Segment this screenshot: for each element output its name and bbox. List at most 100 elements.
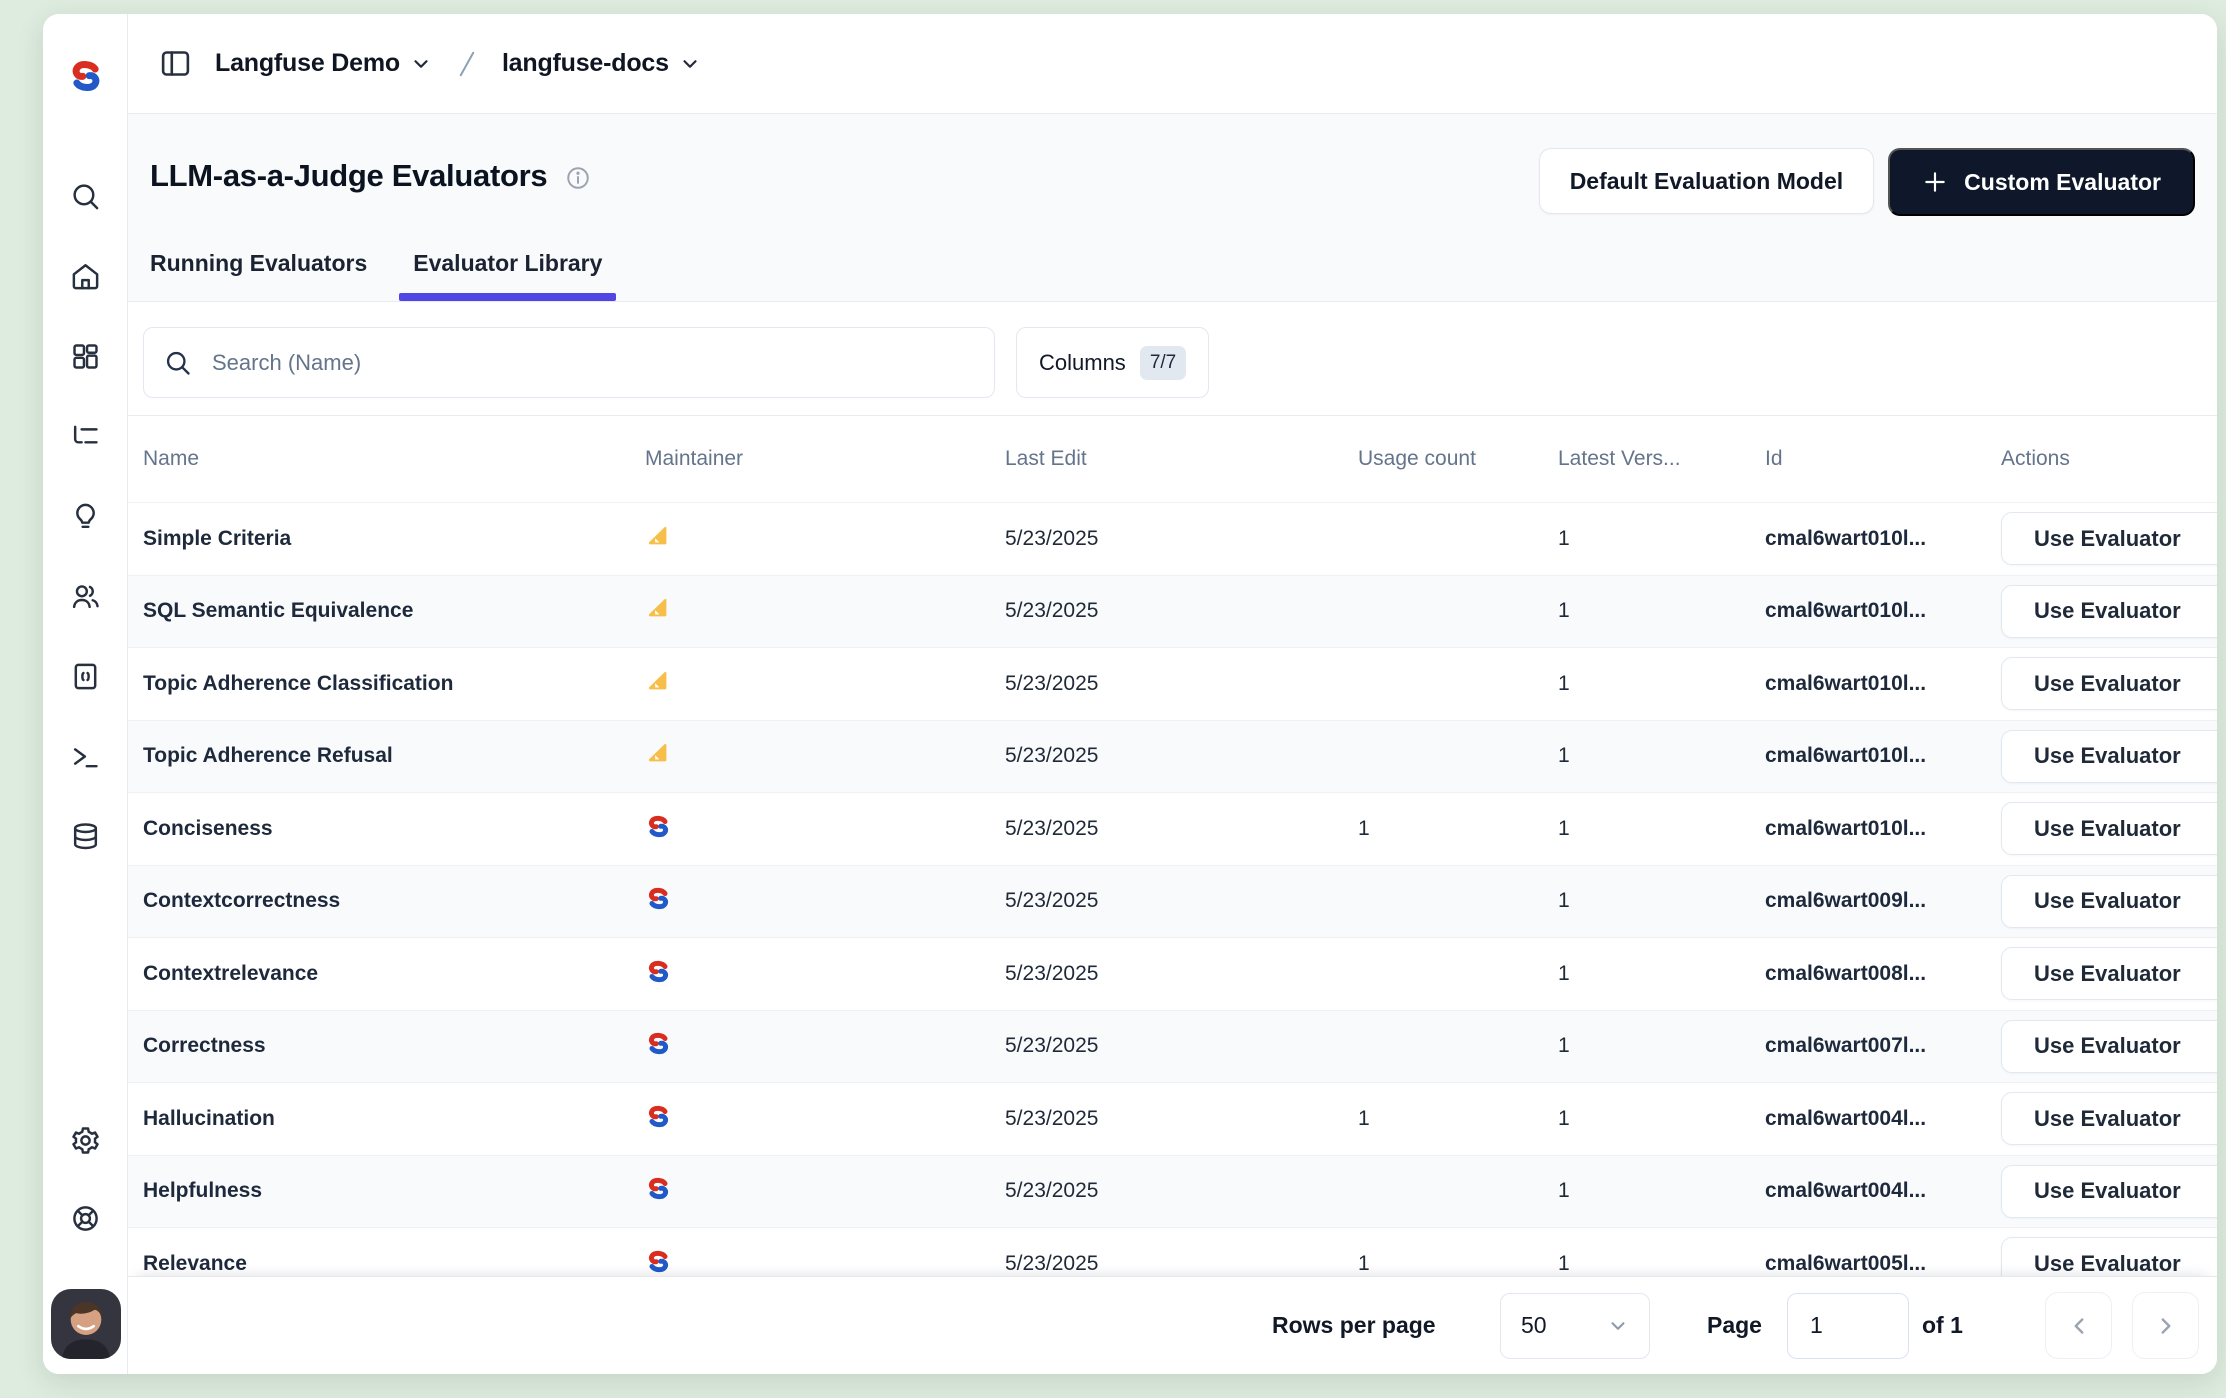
sidebar-toggle-button[interactable] xyxy=(155,44,195,84)
use-evaluator-button[interactable]: Use Evaluator xyxy=(2001,802,2217,855)
plus-icon xyxy=(1922,169,1948,195)
langfuse-icon xyxy=(645,1248,672,1275)
latest-version: 1 xyxy=(1545,599,1755,623)
actions-cell: Use Evaluator xyxy=(1985,512,2217,565)
column-header-latest-vers: Latest Vers... xyxy=(1545,447,1755,471)
sidebar-item-users[interactable] xyxy=(63,574,107,618)
evaluator-id: cmal6wart010l... xyxy=(1755,672,1985,696)
chevron-down-icon xyxy=(679,53,701,75)
search-input[interactable] xyxy=(212,350,974,376)
info-icon[interactable] xyxy=(565,165,591,191)
sidebar-item-datasets[interactable] xyxy=(63,654,107,698)
table-row[interactable]: SQL Semantic Equivalence5/23/20251cmal6w… xyxy=(128,576,2217,649)
table-row[interactable]: Topic Adherence Refusal5/23/20251cmal6wa… xyxy=(128,721,2217,794)
sidebar-item-playground[interactable] xyxy=(63,734,107,778)
table-rows: Simple Criteria5/23/20251cmal6wart010l..… xyxy=(128,503,2217,1276)
actions-cell: Use Evaluator xyxy=(1985,1165,2217,1218)
actions-cell: Use Evaluator xyxy=(1985,1237,2217,1276)
sidebar-item-prompts[interactable] xyxy=(63,494,107,538)
evaluator-id: cmal6wart010l... xyxy=(1755,744,1985,768)
sidebar-item-search[interactable] xyxy=(63,174,107,218)
columns-label: Columns xyxy=(1039,350,1126,376)
org-selector[interactable]: Langfuse Demo xyxy=(207,43,440,84)
use-evaluator-button[interactable]: Use Evaluator xyxy=(2001,657,2217,710)
evaluator-name: Hallucination xyxy=(128,1107,630,1131)
chevron-down-icon xyxy=(410,53,432,75)
latest-version: 1 xyxy=(1545,1252,1755,1276)
ragas-triangle-icon xyxy=(645,595,672,622)
project-selector[interactable]: langfuse-docs xyxy=(494,43,709,84)
evaluator-id: cmal6wart010l... xyxy=(1755,527,1985,551)
table-row[interactable]: Simple Criteria5/23/20251cmal6wart010l..… xyxy=(128,503,2217,576)
page-header: LLM-as-a-Judge Evaluators Default Evalua… xyxy=(128,114,2217,302)
maintainer-cell xyxy=(630,595,990,627)
last-edit-date: 5/23/2025 xyxy=(990,527,1345,551)
tree-list-icon xyxy=(70,421,101,452)
maintainer-cell xyxy=(630,958,990,990)
table-row[interactable]: Topic Adherence Classification5/23/20251… xyxy=(128,648,2217,721)
evaluator-name: SQL Semantic Equivalence xyxy=(128,599,630,623)
table-row[interactable]: Conciseness5/23/202511cmal6wart010l...Us… xyxy=(128,793,2217,866)
langfuse-logo-icon xyxy=(67,57,105,95)
table-row[interactable]: Hallucination5/23/202511cmal6wart004l...… xyxy=(128,1083,2217,1156)
latest-version: 1 xyxy=(1545,672,1755,696)
last-edit-date: 5/23/2025 xyxy=(990,1179,1345,1203)
evaluator-name: Relevance xyxy=(128,1252,630,1276)
column-header-usage-count: Usage count xyxy=(1345,447,1545,471)
table-row[interactable]: Helpfulness5/23/20251cmal6wart004l...Use… xyxy=(128,1156,2217,1229)
usage-count: 1 xyxy=(1345,1107,1545,1131)
use-evaluator-button[interactable]: Use Evaluator xyxy=(2001,1020,2217,1073)
page-number-input[interactable] xyxy=(1787,1293,1909,1359)
page-total-label: of 1 xyxy=(1922,1312,1963,1339)
use-evaluator-button[interactable]: Use Evaluator xyxy=(2001,875,2217,928)
previous-page-button[interactable] xyxy=(2045,1292,2112,1359)
use-evaluator-button[interactable]: Use Evaluator xyxy=(2001,1237,2217,1276)
custom-evaluator-button[interactable]: Custom Evaluator xyxy=(1888,148,2195,216)
use-evaluator-button[interactable]: Use Evaluator xyxy=(2001,585,2217,638)
default-evaluation-model-button[interactable]: Default Evaluation Model xyxy=(1539,148,1874,214)
use-evaluator-button[interactable]: Use Evaluator xyxy=(2001,1165,2217,1218)
evaluator-table: NameMaintainerLast EditUsage countLatest… xyxy=(128,415,2217,1276)
maintainer-cell xyxy=(630,885,990,917)
evaluator-id: cmal6wart008l... xyxy=(1755,962,1985,986)
last-edit-date: 5/23/2025 xyxy=(990,1107,1345,1131)
use-evaluator-button[interactable]: Use Evaluator xyxy=(2001,512,2217,565)
table-row[interactable]: Contextrelevance5/23/20251cmal6wart008l.… xyxy=(128,938,2217,1011)
table-row[interactable]: Contextcorrectness5/23/20251cmal6wart009… xyxy=(128,866,2217,939)
sidebar-item-dashboards[interactable] xyxy=(63,334,107,378)
tab-evaluator-library[interactable]: Evaluator Library xyxy=(413,250,602,301)
evaluator-name: Correctness xyxy=(128,1034,630,1058)
use-evaluator-button[interactable]: Use Evaluator xyxy=(2001,730,2217,783)
terminal-icon xyxy=(70,741,101,772)
columns-button[interactable]: Columns 7/7 xyxy=(1016,327,1209,398)
sidebar-item-settings[interactable] xyxy=(63,1118,107,1162)
table-row[interactable]: Relevance5/23/202511cmal6wart005l...Use … xyxy=(128,1228,2217,1276)
last-edit-date: 5/23/2025 xyxy=(990,672,1345,696)
next-page-button[interactable] xyxy=(2132,1292,2199,1359)
evaluator-name: Helpfulness xyxy=(128,1179,630,1203)
sidebar-item-evaluation[interactable] xyxy=(63,814,107,858)
rows-per-page-select[interactable]: 50 xyxy=(1500,1293,1650,1359)
sidebar-item-support[interactable] xyxy=(63,1196,107,1240)
user-avatar[interactable] xyxy=(51,1289,121,1359)
sidebar-item-tracing[interactable] xyxy=(63,414,107,458)
column-header-id: Id xyxy=(1755,447,1985,471)
last-edit-date: 5/23/2025 xyxy=(990,1034,1345,1058)
app-window: Langfuse Demo langfuse-docs LLM-as-a-Jud… xyxy=(43,14,2217,1374)
table-row[interactable]: Correctness5/23/20251cmal6wart007l...Use… xyxy=(128,1011,2217,1084)
tab-running-evaluators[interactable]: Running Evaluators xyxy=(150,250,367,301)
use-evaluator-button[interactable]: Use Evaluator xyxy=(2001,1092,2217,1145)
langfuse-icon xyxy=(645,1175,672,1202)
search-box xyxy=(143,327,995,398)
langfuse-icon xyxy=(645,958,672,985)
ragas-triangle-icon xyxy=(645,740,672,767)
use-evaluator-button[interactable]: Use Evaluator xyxy=(2001,947,2217,1000)
latest-version: 1 xyxy=(1545,962,1755,986)
evaluator-id: cmal6wart009l... xyxy=(1755,889,1985,913)
last-edit-date: 5/23/2025 xyxy=(990,962,1345,986)
column-header-maintainer: Maintainer xyxy=(630,447,990,471)
actions-cell: Use Evaluator xyxy=(1985,802,2217,855)
actions-cell: Use Evaluator xyxy=(1985,657,2217,710)
project-name: langfuse-docs xyxy=(502,49,669,78)
sidebar-item-home[interactable] xyxy=(63,254,107,298)
